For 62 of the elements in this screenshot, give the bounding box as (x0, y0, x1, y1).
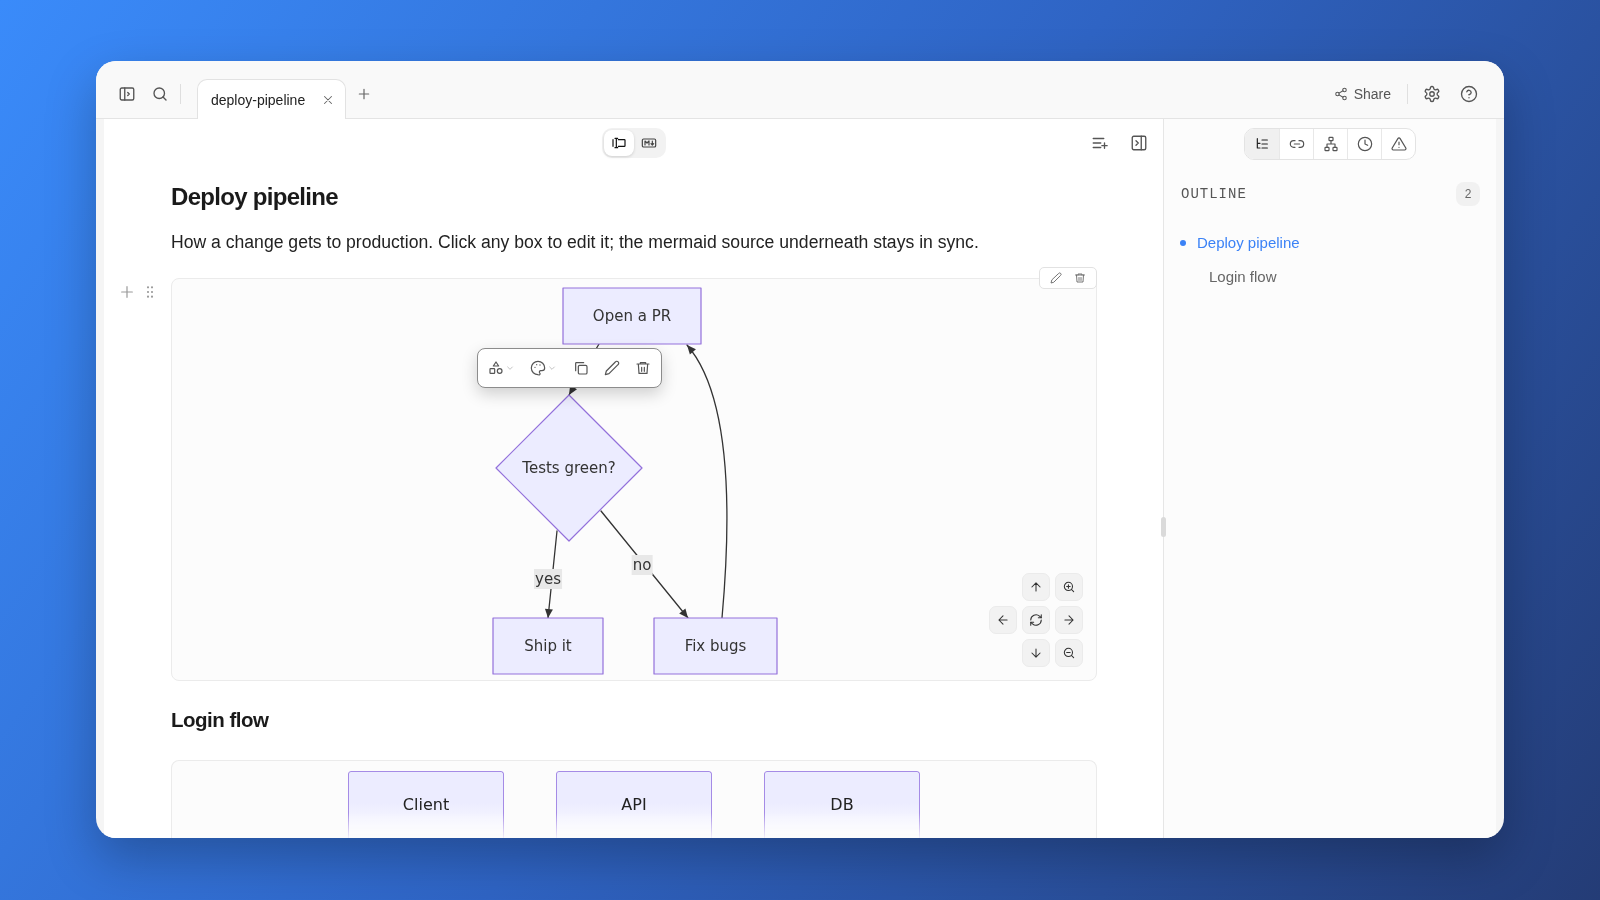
outline-item[interactable]: Login flow (1209, 265, 1277, 289)
edge-label: yes (534, 569, 562, 589)
settings-icon (1423, 84, 1441, 103)
zoom-in-button[interactable] (1055, 573, 1083, 601)
pan-up-button[interactable] (1022, 573, 1050, 601)
search-icon (151, 84, 169, 103)
shapes-icon (488, 360, 504, 376)
process-node[interactable] (562, 287, 702, 345)
trash-icon (635, 360, 651, 376)
help-icon (1460, 84, 1478, 103)
active-dot-icon (1180, 240, 1186, 246)
clock-icon (1356, 136, 1373, 152)
chevron-down-icon (548, 364, 556, 372)
panel-right-icon (1130, 134, 1148, 152)
chevron-down-icon (506, 364, 514, 372)
node-label: Tests green? (522, 459, 616, 477)
text-input-icon (610, 135, 627, 151)
trash-icon (1074, 272, 1086, 284)
edge-label: no (631, 555, 653, 575)
participant-box[interactable]: Client (348, 771, 504, 838)
sidebar-icon (118, 84, 136, 103)
section-heading: Login flow (171, 707, 269, 733)
zoom-out-button[interactable] (1055, 639, 1083, 667)
pencil-icon (604, 360, 620, 376)
refresh-icon (1029, 613, 1043, 627)
pan-left-button[interactable] (989, 606, 1017, 634)
document-title: Deploy pipeline (171, 182, 338, 212)
arrow-left-icon (996, 613, 1010, 627)
warning-icon (1390, 136, 1407, 152)
zoom-in-icon (1062, 580, 1076, 594)
document-tab[interactable]: deploy-pipeline (197, 79, 347, 119)
outline-item[interactable]: Deploy pipeline (1180, 231, 1300, 255)
hierarchy-icon (1322, 136, 1339, 152)
node-label: Ship it (524, 637, 572, 655)
process-node[interactable] (492, 617, 604, 675)
decision-node[interactable] (495, 394, 643, 542)
outline-title: OUTLINE (1181, 186, 1247, 202)
plus-icon (119, 284, 135, 300)
arrow-down-icon (1029, 646, 1043, 660)
node-label: Open a PR (592, 307, 672, 325)
arrow-up-icon (1029, 580, 1043, 594)
pan-right-button[interactable] (1055, 606, 1083, 634)
pan-down-button[interactable] (1022, 639, 1050, 667)
outline-tab[interactable] (1245, 129, 1279, 159)
palette-icon (530, 360, 546, 376)
process-node[interactable] (653, 617, 778, 675)
outline-count: 2 (1456, 182, 1480, 206)
copy-icon (573, 360, 589, 376)
share-button[interactable]: Share (1327, 81, 1397, 106)
reset-view-button[interactable] (1022, 606, 1050, 634)
participant-box[interactable]: API (556, 771, 712, 838)
markdown-icon (640, 135, 657, 151)
arrow-right-icon (1062, 613, 1076, 627)
zoom-out-icon (1062, 646, 1076, 660)
visual-mode-button[interactable] (603, 130, 634, 156)
node-label: Fix bugs (684, 637, 747, 655)
pencil-icon (1050, 272, 1062, 284)
participant-box[interactable]: DB (764, 771, 920, 838)
description-text: How a change gets to production. Click any box to edit it; the mermaid source underneath stays in sync. (171, 231, 979, 254)
share-icon (1333, 86, 1348, 101)
resize-handle[interactable] (1161, 517, 1166, 537)
list-tree-icon (1254, 136, 1270, 152)
